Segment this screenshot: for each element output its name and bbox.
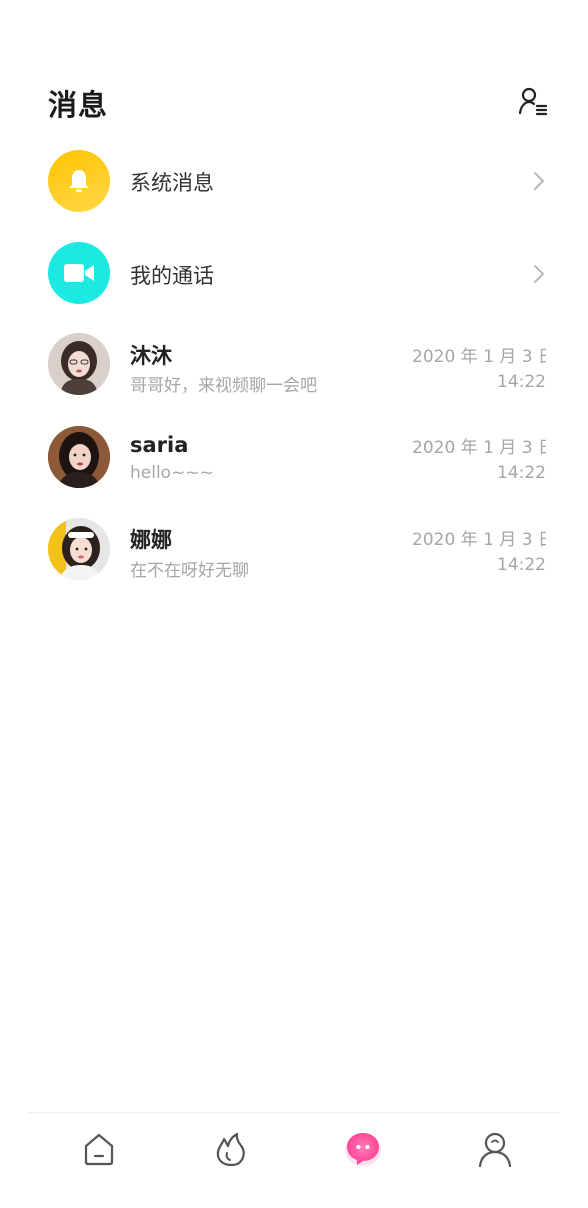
bell-icon — [48, 150, 110, 212]
contact-name: 沐沐 — [130, 344, 172, 368]
page-title: 消息 — [48, 88, 109, 122]
message-preview: 哥哥好，来视频聊一会吧 — [130, 376, 317, 396]
my-calls-label: 我的通话 — [130, 264, 214, 288]
contacts-list-icon[interactable] — [517, 86, 549, 118]
chevron-right-icon — [532, 264, 546, 284]
header: 消息 — [0, 0, 588, 140]
home-icon[interactable] — [76, 1126, 122, 1172]
conversation-item[interactable]: saria hello~~~ 2020 年 1 月 3 日 14:22 — [0, 412, 588, 504]
message-date: 2020 年 1 月 3 日 — [412, 530, 546, 550]
tabbar-divider — [28, 1112, 560, 1113]
conversation-item[interactable]: 娜娜 在不在呀好无聊 2020 年 1 月 3 日 14:22 — [0, 505, 588, 597]
avatar — [48, 333, 110, 395]
conversation-item[interactable]: 沐沐 哥哥好，来视频聊一会吧 2020 年 1 月 3 日 14:22 — [0, 320, 588, 412]
flame-icon[interactable] — [208, 1126, 254, 1172]
system-messages-label: 系统消息 — [130, 171, 214, 195]
message-preview: 在不在呀好无聊 — [130, 561, 249, 581]
contact-name: saria — [130, 433, 189, 457]
my-calls-entry[interactable]: 我的通话 — [0, 226, 588, 318]
profile-icon[interactable] — [472, 1126, 518, 1172]
chat-bubble-icon[interactable] — [340, 1126, 386, 1172]
video-camera-icon — [48, 242, 110, 304]
avatar — [48, 518, 110, 580]
message-time: 14:22 — [497, 555, 546, 575]
chevron-right-icon — [532, 171, 546, 191]
message-date: 2020 年 1 月 3 日 — [412, 438, 546, 458]
avatar — [48, 426, 110, 488]
message-date: 2020 年 1 月 3 日 — [412, 347, 546, 367]
message-time: 14:22 — [497, 463, 546, 483]
contact-name: 娜娜 — [130, 528, 172, 552]
message-preview: hello~~~ — [130, 463, 214, 483]
message-time: 14:22 — [497, 372, 546, 392]
system-messages-entry[interactable]: 系统消息 — [0, 135, 588, 227]
